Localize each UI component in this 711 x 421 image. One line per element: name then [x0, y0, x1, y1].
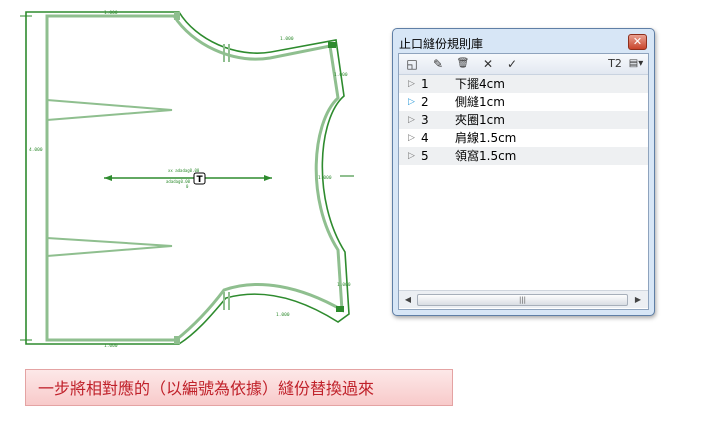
rule-number: 3 [421, 113, 429, 127]
list-item[interactable]: ▷ 2 側縫1cm [399, 93, 648, 111]
rule-name: 側縫1cm [455, 95, 505, 109]
scroll-right-icon[interactable]: ▶ [631, 291, 645, 308]
rule-name: 下擺4cm [455, 77, 505, 91]
dialog-body: ◱ ✎ 🗑 ✕ ✓ T2 ▤▾ ▷ 1 下擺4cm ▷ 2 側縫1cm ▷ 3 … [398, 53, 649, 310]
expand-arrow-icon[interactable]: ▷ [408, 147, 415, 165]
toolbar: ◱ ✎ 🗑 ✕ ✓ T2 ▤▾ [399, 54, 648, 75]
dim-label-shoulder-top: 1.000 [280, 36, 294, 42]
corner-mark [174, 12, 180, 20]
list-item[interactable]: ▷ 1 下擺4cm [399, 75, 648, 93]
list-menu-icon[interactable]: ▤▾ [627, 56, 645, 72]
center-zero: 0 [186, 184, 189, 189]
t2-button[interactable]: T2 [607, 56, 623, 72]
delete-icon[interactable]: 🗑 [455, 56, 471, 72]
text-tool-glyph: T [197, 175, 204, 185]
list-item[interactable]: ▷ 4 肩線1.5cm [399, 129, 648, 147]
rule-number: 2 [421, 95, 429, 109]
grain-arrow-left [104, 175, 112, 181]
expand-arrow-icon[interactable]: ▷ [408, 75, 415, 93]
dart-lower [46, 237, 173, 257]
corner-mark [174, 336, 180, 344]
scroll-thumb[interactable]: ||| [417, 294, 628, 306]
seam-rule-library-dialog: 止口縫份規則庫 ✕ ◱ ✎ 🗑 ✕ ✓ T2 ▤▾ ▷ 1 下擺4cm ▷ 2 … [392, 28, 655, 316]
dim-label-shoulder-bottom: 1.000 [276, 312, 290, 318]
horizontal-scrollbar[interactable]: ◀ ||| ▶ [399, 290, 648, 308]
cancel-icon[interactable]: ✕ [481, 56, 495, 72]
new-icon[interactable]: ◱ [405, 56, 419, 72]
dim-label-top: 1.000 [104, 10, 118, 16]
rule-number: 5 [421, 149, 429, 163]
caption-banner: 一步將相對應的（以編號為依據）縫份替換過來 [25, 369, 453, 406]
scroll-left-icon[interactable]: ◀ [401, 291, 415, 308]
rule-number: 1 [421, 77, 429, 91]
edit-icon[interactable]: ✎ [431, 56, 445, 72]
rule-name: 領窩1.5cm [455, 149, 517, 163]
expand-arrow-icon[interactable]: ▷ [408, 129, 415, 147]
dim-label-armhole: 1.000 [318, 175, 332, 181]
dim-label-left: 4.000 [29, 147, 43, 153]
ok-icon[interactable]: ✓ [505, 56, 519, 72]
center-text-1: xx adadag0.00 [168, 168, 200, 173]
rule-name: 肩線1.5cm [455, 131, 517, 145]
corner-mark [328, 42, 336, 48]
list-item[interactable]: ▷ 5 領窩1.5cm [399, 147, 648, 165]
list-item[interactable]: ▷ 3 夾圈1cm [399, 111, 648, 129]
expand-arrow-icon[interactable]: ▷ [408, 93, 415, 111]
dim-label-bottom: 1.000 [104, 343, 118, 349]
dim-label-side-lower: 1.000 [337, 282, 351, 288]
rule-number: 4 [421, 131, 429, 145]
dim-label-side-upper: 1.000 [334, 72, 348, 78]
dialog-title: 止口縫份規則庫 [399, 37, 484, 51]
close-button[interactable]: ✕ [628, 34, 647, 50]
corner-mark [336, 306, 344, 312]
rule-name: 夾圈1cm [455, 113, 505, 127]
expand-arrow-icon[interactable]: ▷ [408, 111, 415, 129]
dart-upper [46, 99, 173, 121]
rule-list: ▷ 1 下擺4cm ▷ 2 側縫1cm ▷ 3 夾圈1cm ▷ 4 肩線1.5c… [399, 75, 648, 165]
grain-arrow-right [264, 175, 272, 181]
